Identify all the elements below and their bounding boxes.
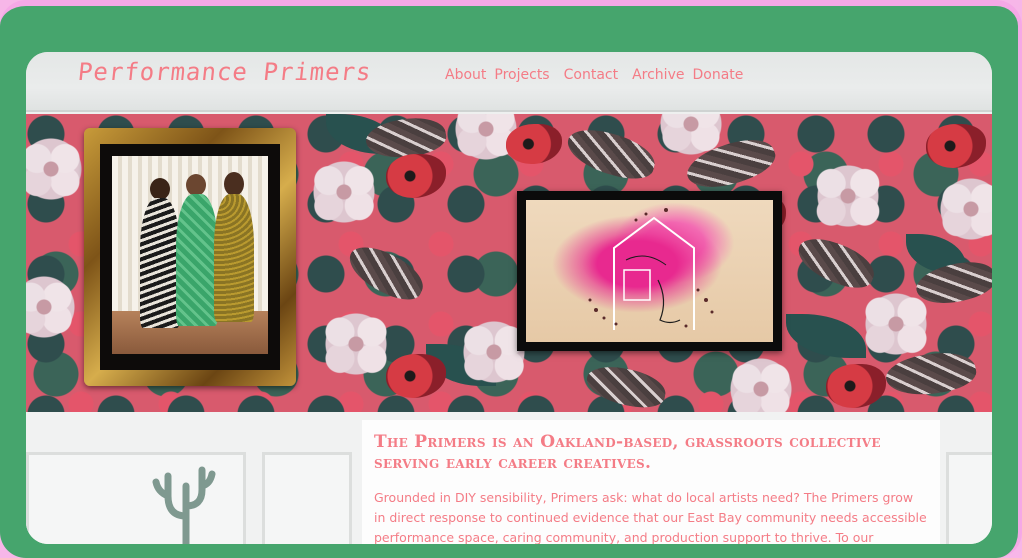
butterfly-decoration bbox=[506, 124, 562, 164]
person-head bbox=[186, 174, 206, 196]
moth-decoration bbox=[583, 362, 669, 412]
house-artwork[interactable] bbox=[526, 200, 773, 342]
butterfly-decoration bbox=[926, 124, 986, 168]
moth-decoration bbox=[562, 123, 660, 185]
intro-headline: The Primers is an Oakland-based, grassro… bbox=[374, 432, 881, 473]
flower-decoration bbox=[316, 304, 396, 384]
artwork-frame bbox=[517, 191, 782, 351]
wall-panel bbox=[262, 452, 352, 544]
flower-decoration bbox=[726, 354, 796, 412]
frame-mat bbox=[100, 144, 280, 370]
flower-decoration bbox=[26, 134, 86, 204]
flower-decoration bbox=[806, 154, 890, 238]
browser-viewport: Performance Primers About Projects Conta… bbox=[26, 52, 992, 544]
moth-decoration bbox=[341, 238, 431, 308]
nav-projects[interactable]: Projects bbox=[494, 67, 549, 83]
person-figure bbox=[176, 194, 218, 326]
group-photo[interactable] bbox=[112, 156, 268, 354]
butterfly-decoration bbox=[386, 154, 446, 198]
moth-decoration bbox=[791, 231, 881, 295]
nav-contact[interactable]: Contact bbox=[564, 67, 618, 83]
nav-about[interactable]: About bbox=[445, 67, 486, 83]
site-logo[interactable]: Performance Primers bbox=[77, 58, 373, 86]
flower-decoration bbox=[936, 174, 992, 244]
leaf-decoration bbox=[786, 314, 866, 358]
person-head bbox=[150, 178, 170, 200]
person-figure bbox=[214, 194, 254, 322]
main-nav: About Projects Contact Archive Donate bbox=[445, 67, 743, 83]
gold-picture-frame bbox=[84, 128, 296, 386]
flower-decoration bbox=[306, 154, 382, 230]
nav-donate[interactable]: Donate bbox=[692, 67, 743, 83]
butterfly-decoration bbox=[826, 364, 886, 408]
butterfly-decoration bbox=[386, 354, 446, 398]
intro-card: The Primers is an Oakland-based, grassro… bbox=[362, 420, 940, 544]
floral-wallpaper bbox=[26, 114, 992, 412]
person-head bbox=[224, 172, 244, 196]
flower-decoration bbox=[26, 274, 77, 340]
wall-panel bbox=[946, 452, 992, 544]
nav-archive[interactable]: Archive bbox=[632, 67, 684, 83]
site-header: Performance Primers About Projects Conta… bbox=[26, 52, 992, 112]
person-figure bbox=[140, 198, 180, 328]
cactus-plant-icon bbox=[152, 466, 216, 544]
intro-paragraph: Grounded in DIY sensibility, Primers ask… bbox=[374, 490, 927, 544]
house-sketch-icon bbox=[588, 208, 714, 330]
